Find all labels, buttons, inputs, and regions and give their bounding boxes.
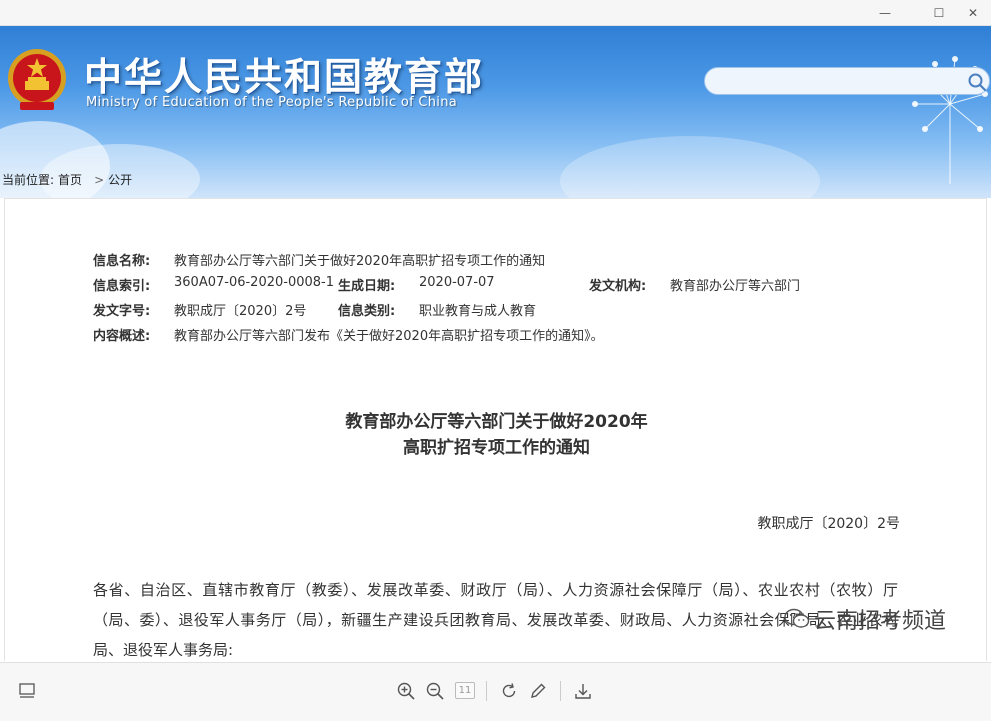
meta-date-label: 生成日期: xyxy=(338,279,396,294)
viewer-toolbar: 11 xyxy=(0,662,991,721)
page-number-box[interactable]: 11 xyxy=(455,682,475,699)
zoom-in-button[interactable] xyxy=(395,680,417,702)
download-icon xyxy=(575,684,591,699)
meta-name-label: 信息名称: xyxy=(93,254,151,269)
breadcrumb-prefix: 当前位置: xyxy=(2,173,55,187)
meta-summary-value: 教育部办公厅等六部门发布《关于做好2020年高职扩招专项工作的通知》。 xyxy=(174,329,604,344)
close-button[interactable]: ✕ xyxy=(956,0,990,26)
zoom-out-icon xyxy=(426,682,444,700)
site-header: 中华人民共和国教育部 Ministry of Education of the … xyxy=(0,26,991,198)
rotate-icon xyxy=(502,683,516,698)
download-button[interactable] xyxy=(572,680,594,702)
national-emblem-icon xyxy=(8,49,66,110)
annotate-icon xyxy=(531,683,546,698)
search-box xyxy=(704,67,990,95)
watermark: 云南招考频道 xyxy=(784,604,946,634)
meta-category-label: 信息类别: xyxy=(338,304,396,319)
meta-docno-label: 发文字号: xyxy=(93,304,151,319)
breadcrumb: 当前位置: 首页 > 公开 xyxy=(2,171,136,188)
site-subtitle: Ministry of Education of the People's Re… xyxy=(86,95,458,110)
window-titlebar: — ☐ ✕ xyxy=(0,0,991,26)
breadcrumb-item-home[interactable]: 首页 xyxy=(58,173,82,187)
meta-docno-value: 教职成厅〔2020〕2号 xyxy=(174,304,307,319)
document-number: 教职成厅〔2020〕2号 xyxy=(757,516,900,532)
meta-summary-label: 内容概述: xyxy=(93,329,151,344)
cloud-decoration xyxy=(560,136,820,198)
maximize-button[interactable]: ☐ xyxy=(922,0,956,26)
rotate-button[interactable] xyxy=(498,680,520,702)
thumbnail-icon xyxy=(19,683,35,698)
meta-category-value: 职业教育与成人教育 xyxy=(419,304,537,319)
site-title: 中华人民共和国教育部 xyxy=(84,55,485,99)
annotate-button[interactable] xyxy=(527,680,549,702)
breadcrumb-item-public[interactable]: 公开 xyxy=(108,173,132,187)
minimize-button[interactable]: — xyxy=(868,0,902,26)
meta-name-value: 教育部办公厅等六部门关于做好2020年高职扩招专项工作的通知 xyxy=(174,254,546,269)
search-input[interactable] xyxy=(717,72,957,90)
meta-date-value: 2020-07-07 xyxy=(419,275,495,290)
document-content: 信息名称: 教育部办公厅等六部门关于做好2020年高职扩招专项工作的通知 信息索… xyxy=(4,198,987,661)
search-icon[interactable] xyxy=(967,72,987,92)
toolbar-divider xyxy=(560,681,561,701)
meta-issuer-label: 发文机构: xyxy=(589,279,647,294)
document-title-line2: 高职扩招专项工作的通知 xyxy=(403,438,590,458)
zoom-in-icon xyxy=(397,682,415,700)
chevron-right-icon: > xyxy=(94,173,105,187)
document-title-line1: 教育部办公厅等六部门关于做好2020年 xyxy=(345,412,648,432)
meta-index-value: 360A07-06-2020-0008-1 xyxy=(174,275,334,290)
document-body: 各省、自治区、直辖市教育厅（教委）、发展改革委、财政厅（局）、人力资源社会保障厅… xyxy=(93,581,898,659)
meta-index-label: 信息索引: xyxy=(93,279,151,294)
zoom-out-button[interactable] xyxy=(424,680,446,702)
document-title: 教育部办公厅等六部门关于做好2020年 高职扩招专项工作的通知 xyxy=(5,409,986,461)
dandelion-decoration xyxy=(912,56,988,184)
toolbar-divider xyxy=(486,681,487,701)
thumbnail-button[interactable] xyxy=(16,680,38,702)
meta-issuer-value: 教育部办公厅等六部门 xyxy=(670,279,801,294)
watermark-text: 云南招考频道 xyxy=(814,609,947,634)
wechat-icon xyxy=(784,608,810,628)
